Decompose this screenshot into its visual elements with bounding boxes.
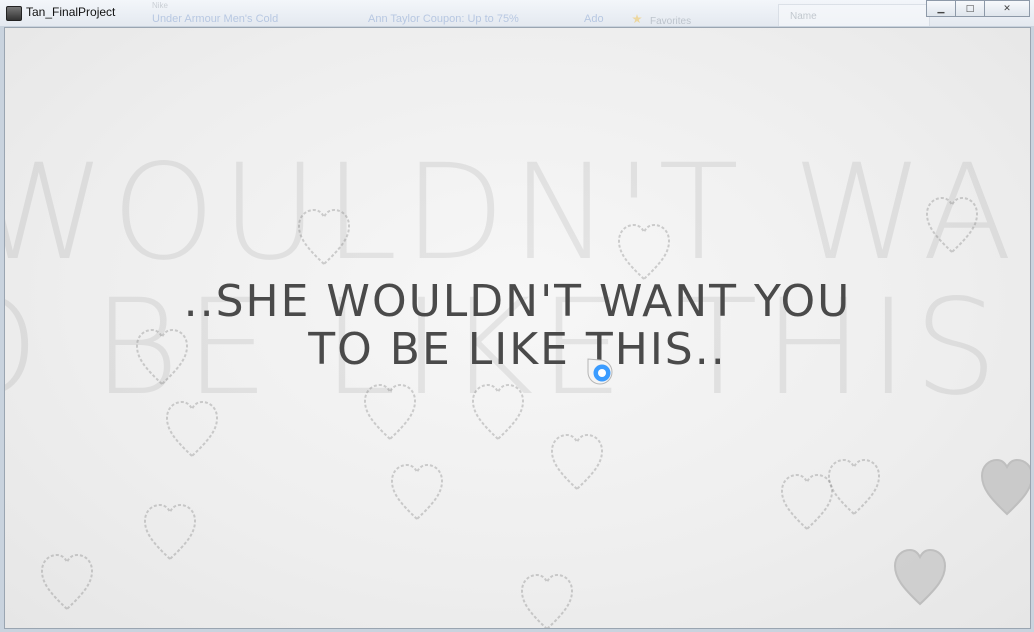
- minimize-icon: ▁: [937, 3, 945, 14]
- heart-icon: [780, 473, 834, 531]
- heart-icon: [165, 400, 219, 458]
- title-bar[interactable]: Nike Under Armour Men's Cold Ann Taylor …: [0, 0, 1034, 28]
- maximize-icon: □: [965, 3, 975, 14]
- close-icon: ✕: [1003, 3, 1011, 14]
- heart-icon: [550, 433, 604, 491]
- heart-icon: [143, 503, 197, 561]
- heart-icon: [925, 196, 979, 254]
- window-controls: ▁ □ ✕: [926, 0, 1030, 17]
- minimize-button[interactable]: ▁: [926, 0, 956, 17]
- story-message-line2: TO BE LIKE THIS..: [308, 324, 727, 375]
- ghost-link-3: Ado: [584, 13, 604, 25]
- ghost-link-1: Under Armour Men's Cold: [152, 13, 279, 25]
- heart-icon: [980, 458, 1030, 516]
- ghost-name-label: Name: [790, 11, 817, 22]
- heart-icon: [363, 383, 417, 441]
- heart-icon: [471, 383, 525, 441]
- heart-icon: [40, 553, 94, 611]
- maximize-button[interactable]: □: [955, 0, 985, 17]
- close-button[interactable]: ✕: [984, 0, 1030, 17]
- ghost-caption: Nike: [152, 1, 169, 10]
- game-canvas[interactable]: WOULDN'T WAN O BE LIKE THIS ..SHE WOULDN…: [4, 27, 1031, 629]
- heart-icon: [827, 458, 881, 516]
- heart-icon: [297, 208, 351, 266]
- background-text-line1: WOULDN'T WAN: [4, 136, 1030, 290]
- heart-icon: [390, 463, 444, 521]
- heart-icon: [893, 548, 947, 606]
- ghost-link-2: Ann Taylor Coupon: Up to 75%: [368, 13, 519, 25]
- cursor-icon: [587, 358, 613, 385]
- favorites-star-icon: [632, 14, 642, 24]
- heart-icon: [520, 573, 574, 628]
- app-icon: [6, 6, 22, 21]
- story-message-line1: ..SHE WOULDN'T WANT YOU: [183, 276, 852, 327]
- window-title: Tan_FinalProject: [26, 5, 116, 19]
- heart-icon: [617, 223, 671, 281]
